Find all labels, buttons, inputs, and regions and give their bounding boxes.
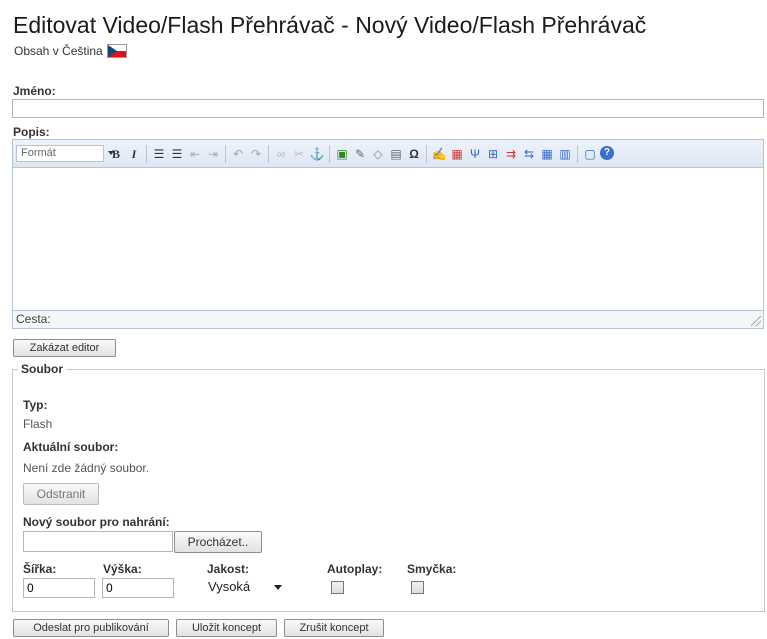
browse-button[interactable]: Procházet.. — [174, 531, 262, 553]
loop-checkbox[interactable] — [411, 581, 424, 594]
format-select[interactable]: Formát — [16, 145, 114, 162]
embed-icon[interactable]: ◇ — [370, 146, 386, 162]
type-value: Flash — [23, 417, 53, 431]
height-label: Výška: — [103, 562, 142, 576]
bold-icon[interactable]: B — [108, 146, 124, 162]
table-props-icon[interactable]: ▥ — [557, 146, 573, 162]
current-file-value: Není zde žádný soubor. — [23, 461, 150, 475]
insert-icon[interactable]: ▦ — [449, 146, 465, 162]
fullscreen-icon[interactable]: ▢ — [582, 146, 598, 162]
name-input[interactable] — [12, 99, 764, 118]
file-legend: Soubor — [21, 362, 63, 376]
content-language-label: Obsah v Čeština — [14, 44, 103, 58]
current-file-label: Aktuální soubor: — [23, 440, 119, 454]
table-col-icon[interactable]: ⊞ — [485, 146, 501, 162]
rich-text-editor: Formát B I ☰ ☰ ⇤ ⇥ ↶ ↷ ∞ ✂ ⚓ ▣ ✎ ◇ ▤ Ω ✍… — [12, 139, 764, 329]
remove-file-button[interactable]: Odstranit — [23, 483, 99, 505]
table-icon[interactable]: ▦ — [539, 146, 555, 162]
editor-toolbar: Formát B I ☰ ☰ ⇤ ⇥ ↶ ↷ ∞ ✂ ⚓ ▣ ✎ ◇ ▤ Ω ✍… — [13, 140, 763, 168]
numbered-list-icon[interactable]: ☰ — [169, 146, 185, 162]
type-label: Typ: — [23, 398, 48, 412]
undo-icon[interactable]: ↶ — [230, 146, 246, 162]
chevron-down-icon — [274, 585, 282, 590]
width-label: Šířka: — [23, 562, 57, 576]
disable-editor-button[interactable]: Zakázat editor — [13, 339, 116, 357]
upload-file-input[interactable] — [23, 531, 173, 552]
paste-icon[interactable]: ▤ — [388, 146, 404, 162]
height-input[interactable] — [102, 578, 174, 598]
czech-flag-icon — [106, 44, 127, 58]
resize-grip-icon[interactable] — [751, 316, 761, 326]
editor-path-label: Cesta: — [16, 312, 51, 326]
table-merge-icon[interactable]: ⇉ — [503, 146, 519, 162]
save-draft-button[interactable]: Uložit koncept — [176, 619, 277, 637]
quality-label: Jakost: — [207, 562, 250, 576]
page-title: Editovat Video/Flash Přehrávač - Nový Vi… — [13, 12, 647, 38]
italic-icon[interactable]: I — [126, 146, 142, 162]
unlink-icon[interactable]: ✂ — [291, 146, 307, 162]
loop-label: Smyčka: — [407, 562, 457, 576]
redo-icon[interactable]: ↷ — [248, 146, 264, 162]
anchor-icon[interactable]: ⚓ — [309, 146, 325, 162]
bulleted-list-icon[interactable]: ☰ — [151, 146, 167, 162]
name-label: Jméno: — [13, 84, 56, 98]
link-icon[interactable]: ∞ — [273, 146, 289, 162]
special-char-icon[interactable]: Ω — [406, 146, 422, 162]
attach-icon[interactable]: ✎ — [352, 146, 368, 162]
quality-select[interactable]: Vysoká — [206, 577, 288, 597]
width-input[interactable] — [23, 578, 95, 598]
upload-label: Nový soubor pro nahrání: — [23, 515, 170, 529]
table-split-icon[interactable]: ⇆ — [521, 146, 537, 162]
edit-icon[interactable]: ✍ — [431, 146, 447, 162]
editor-statusbar: Cesta: — [13, 310, 763, 328]
indent-icon[interactable]: ⇥ — [205, 146, 221, 162]
content-language: Obsah v Čeština — [14, 44, 127, 58]
image-icon[interactable]: ▣ — [334, 146, 350, 162]
quality-select-value: Vysoká — [208, 579, 251, 594]
autoplay-label: Autoplay: — [327, 562, 383, 576]
table-row-icon[interactable]: Ψ — [467, 146, 483, 162]
description-label: Popis: — [13, 125, 50, 139]
autoplay-checkbox[interactable] — [331, 581, 344, 594]
format-select-label: Formát — [21, 147, 56, 159]
outdent-icon[interactable]: ⇤ — [187, 146, 203, 162]
cancel-draft-button[interactable]: Zrušit koncept — [284, 619, 384, 637]
help-icon[interactable]: ? — [600, 146, 614, 160]
publish-button[interactable]: Odeslat pro publikování — [13, 619, 169, 637]
